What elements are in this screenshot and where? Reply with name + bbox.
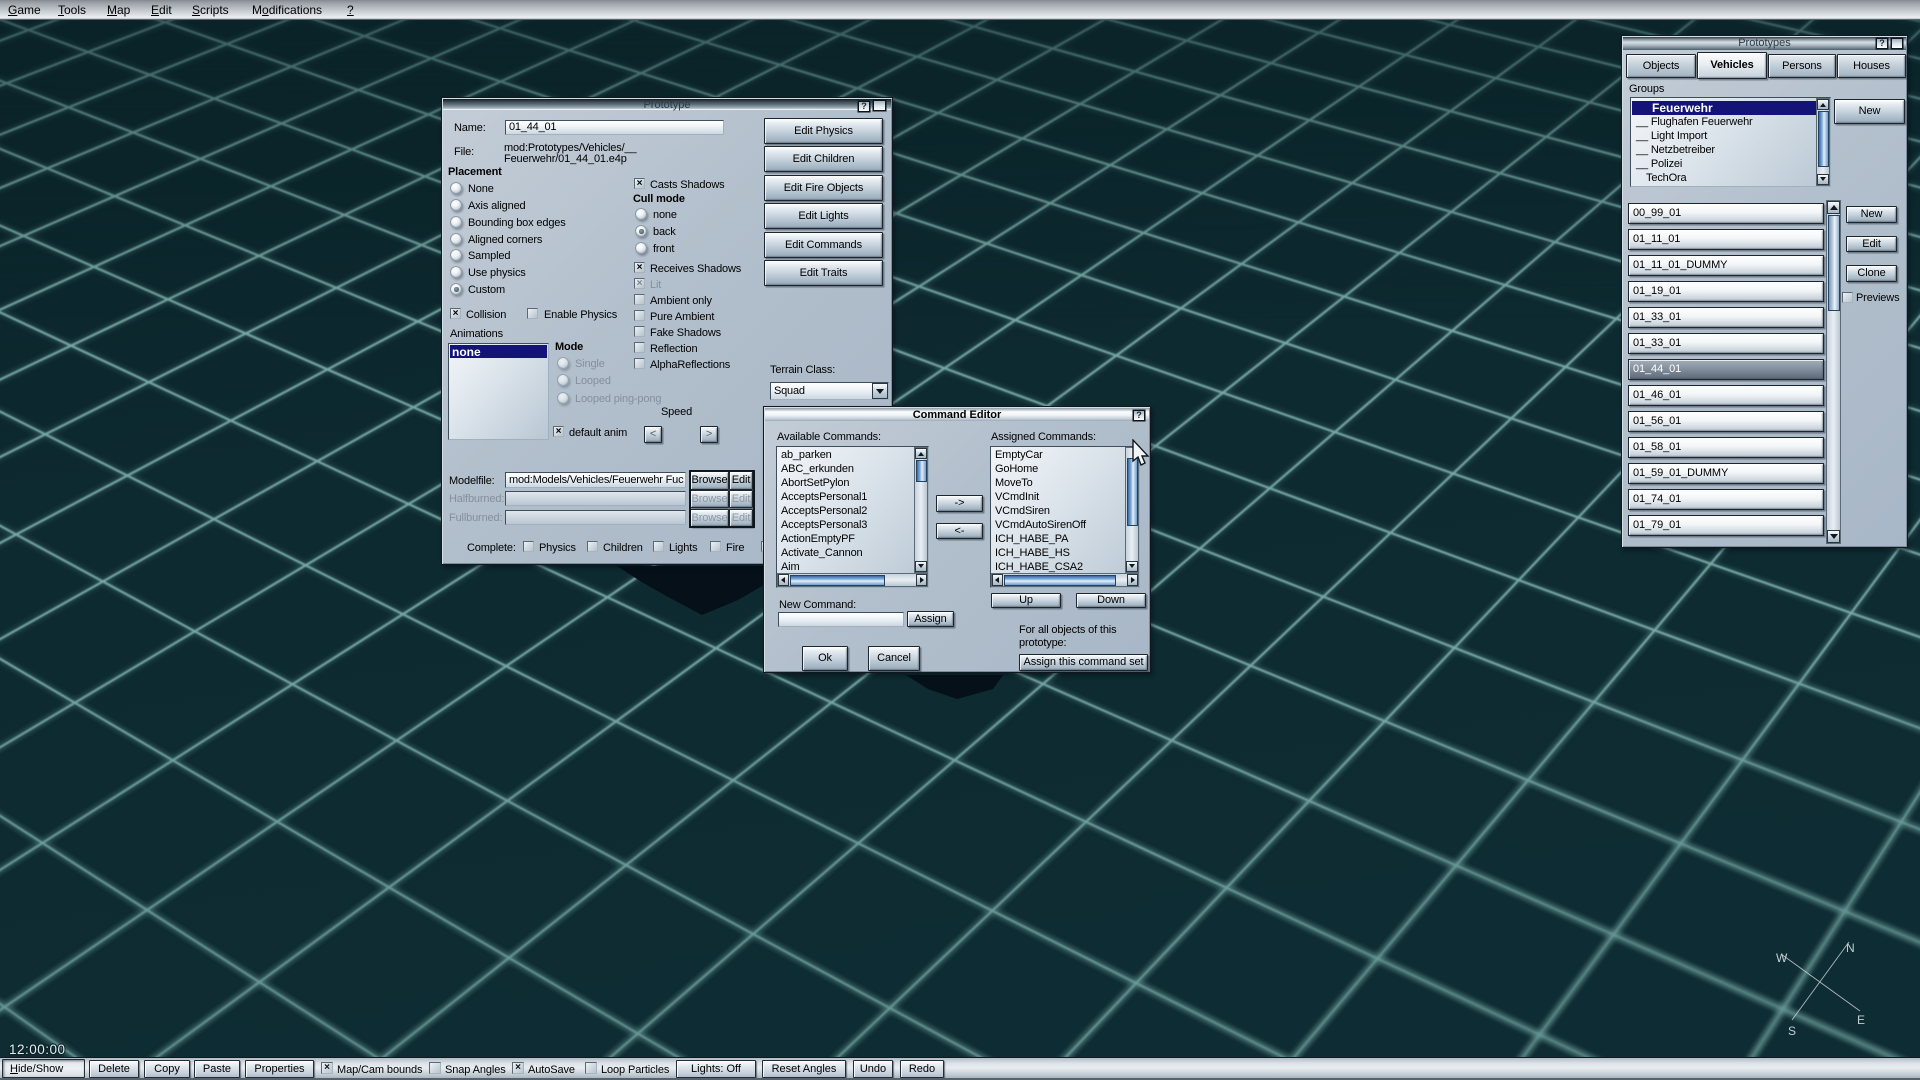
svg-text:N: N bbox=[1846, 941, 1855, 955]
svg-text:W: W bbox=[1776, 951, 1788, 965]
svg-text:12:00:00: 12:00:00 bbox=[9, 1042, 66, 1057]
svg-text:S: S bbox=[1788, 1024, 1796, 1038]
svg-text:E: E bbox=[1857, 1013, 1865, 1027]
